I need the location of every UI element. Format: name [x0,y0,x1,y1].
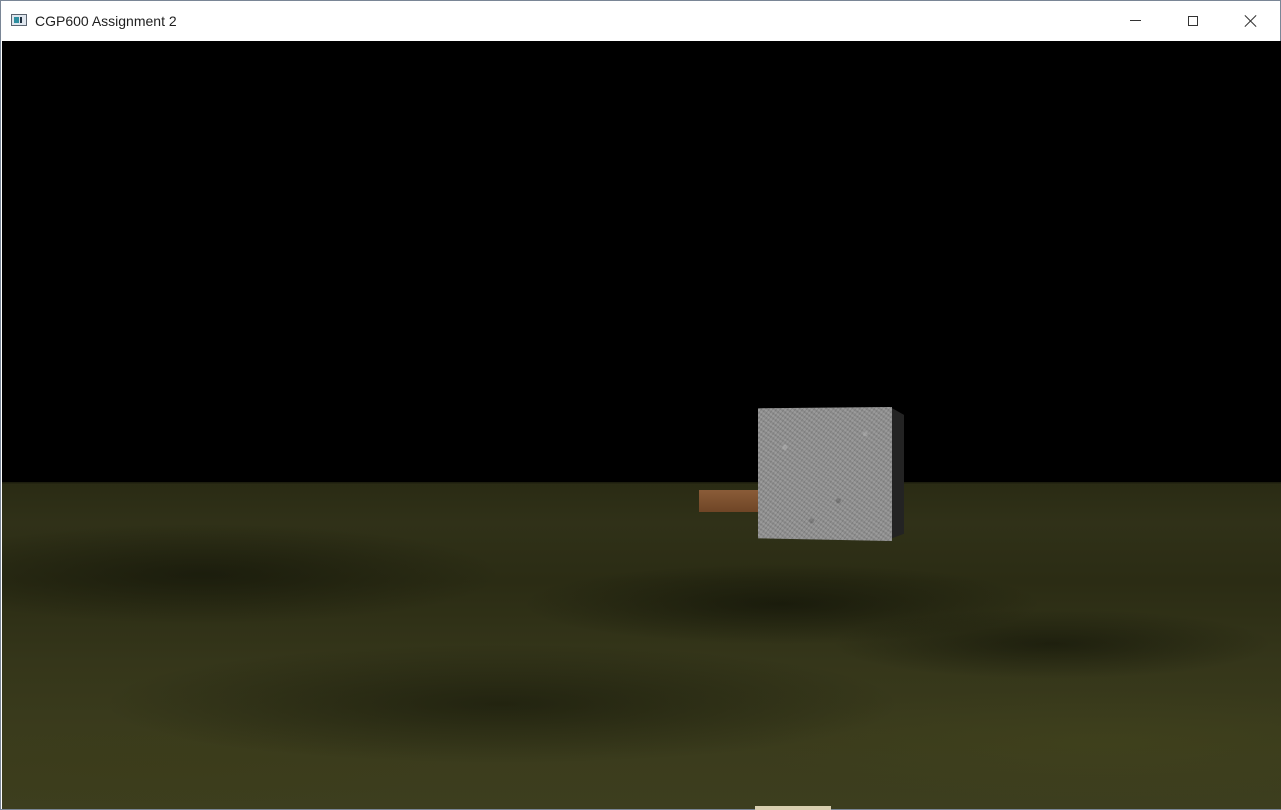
close-icon [1244,14,1258,28]
taskbar-peek [755,806,831,810]
maximize-button[interactable] [1164,1,1222,40]
minimize-button[interactable] [1106,1,1164,40]
stone-cube [758,407,892,541]
maximize-icon [1188,15,1198,26]
wooden-plank [699,490,761,512]
title-bar[interactable]: CGP600 Assignment 2 [1,1,1280,40]
close-button[interactable] [1222,1,1280,40]
app-window-icon[interactable] [11,14,27,26]
grass-terrain [2,484,1281,809]
render-viewport[interactable] [2,41,1281,809]
stone-cube-side [890,407,904,539]
app-window: CGP600 Assignment 2 [0,0,1281,810]
window-title: CGP600 Assignment 2 [35,13,177,29]
horizon [2,482,1281,485]
minimize-icon [1129,20,1141,21]
night-sky [2,41,1281,484]
